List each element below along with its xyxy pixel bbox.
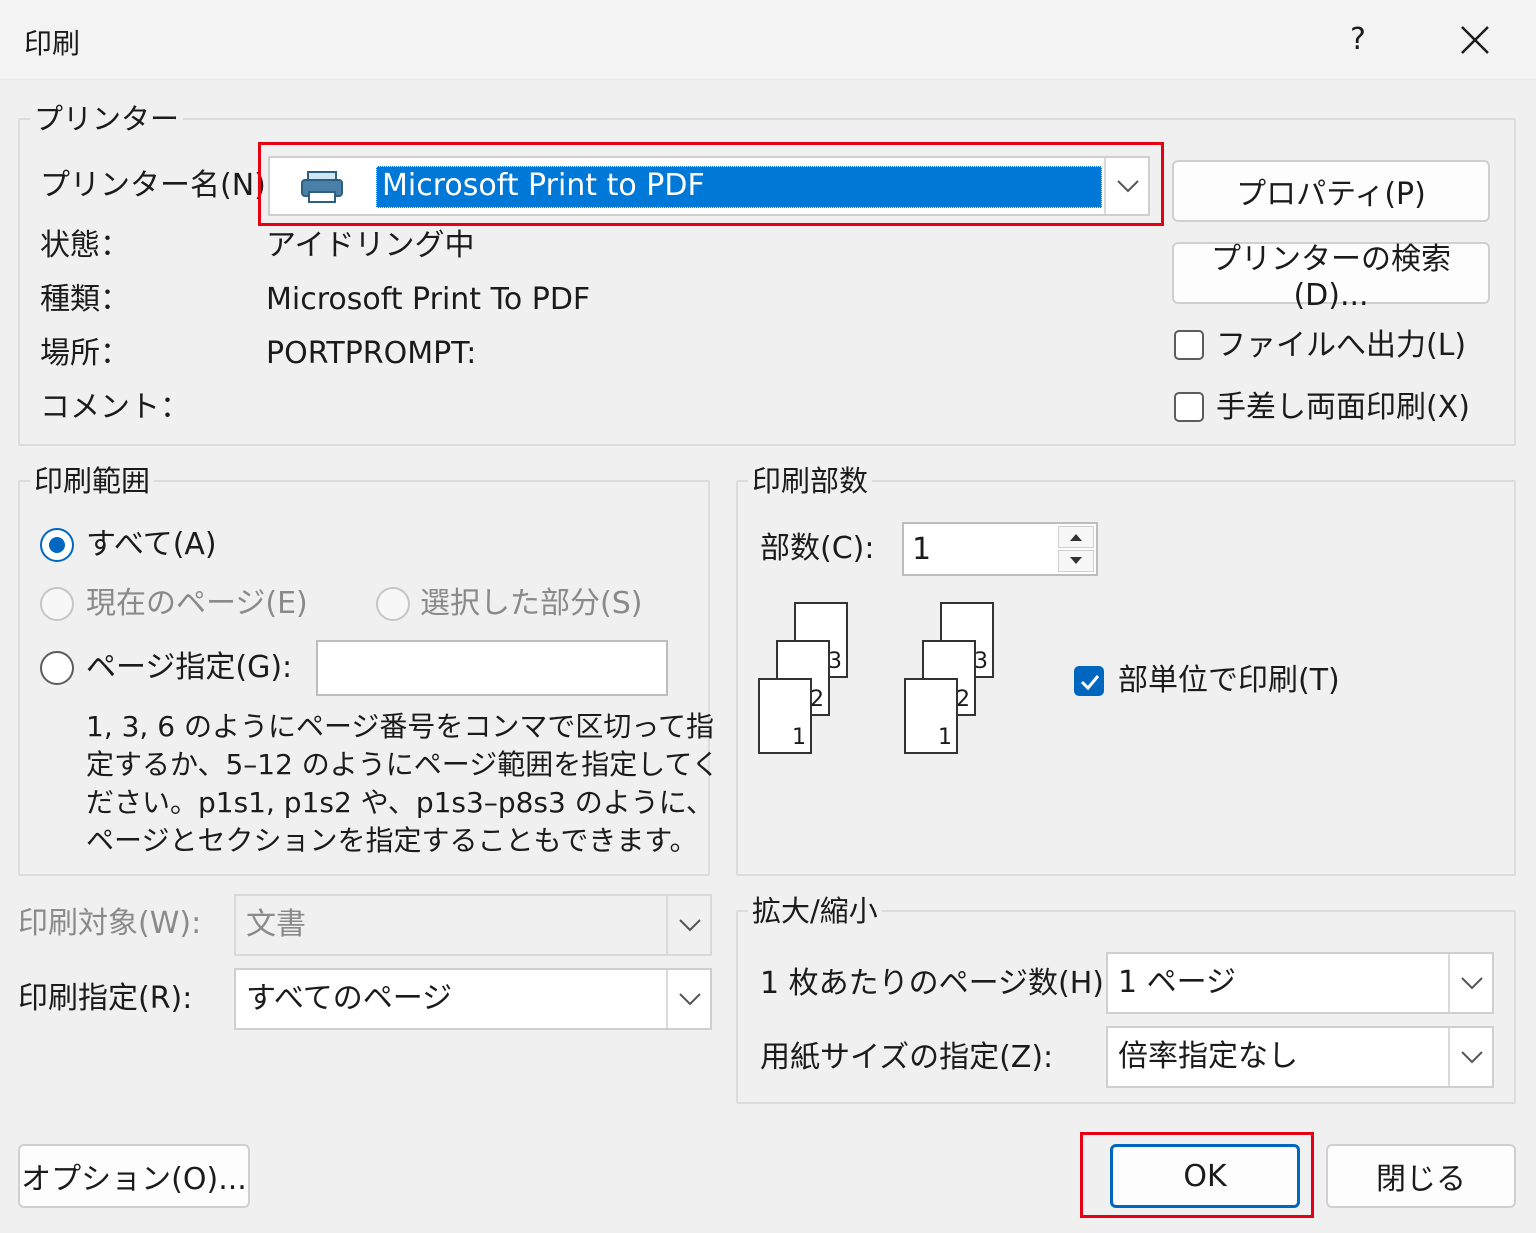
- type-value: Microsoft Print To PDF: [266, 282, 591, 317]
- copies-count-input[interactable]: 1: [902, 522, 1098, 576]
- collate-label[interactable]: 部単位で印刷(T): [1118, 663, 1340, 699]
- printer-group-label: プリンター: [30, 102, 184, 136]
- range-selection-label[interactable]: 選択した部分(S): [420, 586, 642, 622]
- chevron-down-icon: [1461, 977, 1483, 990]
- pages-per-sheet-dropdown[interactable]: [1448, 954, 1492, 1012]
- ok-button[interactable]: OK: [1110, 1144, 1300, 1208]
- scale-to-paper-label: 用紙サイズの指定(Z):: [760, 1040, 1054, 1075]
- title-bar: [0, 0, 1536, 80]
- help-line: ページとセクションを指定することもできます。: [86, 824, 698, 857]
- printer-name-label: プリンター名(N):: [40, 168, 276, 203]
- range-selection-radio[interactable]: [376, 587, 410, 621]
- range-current-page-radio[interactable]: [40, 587, 74, 621]
- status-value: アイドリング中: [266, 228, 475, 263]
- where-value: PORTPROMPT:: [266, 336, 477, 371]
- chevron-down-icon: [679, 919, 701, 932]
- copies-spin-up[interactable]: [1058, 526, 1094, 548]
- chevron-down-icon: [1117, 180, 1139, 193]
- close-window-button[interactable]: [1440, 14, 1510, 66]
- printer-name-value: Microsoft Print to PDF: [382, 168, 705, 203]
- print-option-select[interactable]: すべてのページ: [234, 968, 712, 1030]
- print-what-select[interactable]: 文書: [234, 894, 712, 956]
- print-to-file-checkbox[interactable]: [1174, 330, 1204, 360]
- scale-to-paper-dropdown[interactable]: [1448, 1028, 1492, 1086]
- copies-spin-down[interactable]: [1058, 550, 1094, 572]
- copies-count-value: 1: [912, 532, 932, 567]
- pages-per-sheet-label: 1 枚あたりのページ数(H):: [760, 966, 1115, 1001]
- status-label: 状態：: [40, 228, 130, 263]
- close-button[interactable]: 閉じる: [1326, 1144, 1516, 1208]
- page-range-help-text: 1, 3, 6 のようにページ番号をコンマで区切って指 定するか、5–12 のよ…: [86, 708, 720, 860]
- page-range-input[interactable]: [316, 640, 668, 696]
- manual-duplex-checkbox[interactable]: [1174, 392, 1204, 422]
- printer-name-select[interactable]: Microsoft Print to PDF: [268, 156, 1150, 216]
- range-pages-label[interactable]: ページ指定(G):: [86, 650, 292, 686]
- printer-name-dropdown[interactable]: [1104, 158, 1148, 214]
- range-pages-radio[interactable]: [40, 651, 74, 685]
- print-what-value: 文書: [246, 907, 306, 942]
- help-line: 定するか、5–12 のようにページ範囲を指定してく: [86, 748, 720, 781]
- scale-to-paper-value: 倍率指定なし: [1118, 1039, 1298, 1074]
- help-line: 1, 3, 6 のようにページ番号をコンマで区切って指: [86, 710, 714, 743]
- print-option-dropdown[interactable]: [666, 970, 710, 1028]
- spin-up-icon: [1070, 534, 1082, 541]
- print-what-dropdown[interactable]: [666, 896, 710, 954]
- window-title: 印刷: [24, 27, 81, 60]
- spin-down-icon: [1070, 557, 1082, 564]
- properties-button[interactable]: プロパティ(P): [1172, 160, 1490, 222]
- checkmark-icon: [1080, 675, 1100, 691]
- range-current-page-label[interactable]: 現在のページ(E): [86, 586, 308, 622]
- pages-per-sheet-value: 1 ページ: [1118, 965, 1237, 1000]
- type-label: 種類：: [40, 282, 130, 317]
- print-to-file-label[interactable]: ファイルへ出力(L): [1216, 328, 1466, 364]
- page-icon: 1: [904, 678, 958, 754]
- print-what-label: 印刷対象(W):: [18, 906, 202, 941]
- collate-illustration-1: 3 2 1: [758, 600, 868, 760]
- range-all-radio[interactable]: [40, 528, 74, 562]
- copies-group-label: 印刷部数: [748, 464, 873, 498]
- print-option-label: 印刷指定(R):: [18, 981, 193, 1016]
- close-icon: [1461, 26, 1489, 54]
- where-label: 場所：: [40, 336, 130, 371]
- print-option-value: すべてのページ: [246, 981, 453, 1016]
- scale-to-paper-select[interactable]: 倍率指定なし: [1106, 1026, 1494, 1088]
- options-button[interactable]: オプション(O)...: [18, 1144, 250, 1208]
- manual-duplex-label[interactable]: 手差し両面印刷(X): [1216, 390, 1470, 426]
- zoom-group-label: 拡大/縮小: [748, 894, 882, 928]
- collate-checkbox[interactable]: [1074, 666, 1104, 696]
- printer-icon: [301, 171, 343, 203]
- collate-illustration-2: 3 2 1: [904, 600, 1014, 760]
- copies-count-label: 部数(C):: [760, 531, 875, 566]
- chevron-down-icon: [1461, 1051, 1483, 1064]
- chevron-down-icon: [679, 993, 701, 1006]
- range-all-label[interactable]: すべて(A): [86, 527, 217, 563]
- find-printer-button[interactable]: プリンターの検索(D)...: [1172, 242, 1490, 313]
- pages-per-sheet-select[interactable]: 1 ページ: [1106, 952, 1494, 1014]
- page-icon: 1: [758, 678, 812, 754]
- comment-label: コメント：: [40, 390, 190, 425]
- page-range-group-label: 印刷範囲: [30, 464, 155, 498]
- help-line: ださい。p1s1, p1s2 や、p1s3–p8s3 のように、: [86, 786, 714, 819]
- help-button[interactable]: ?: [1328, 14, 1388, 66]
